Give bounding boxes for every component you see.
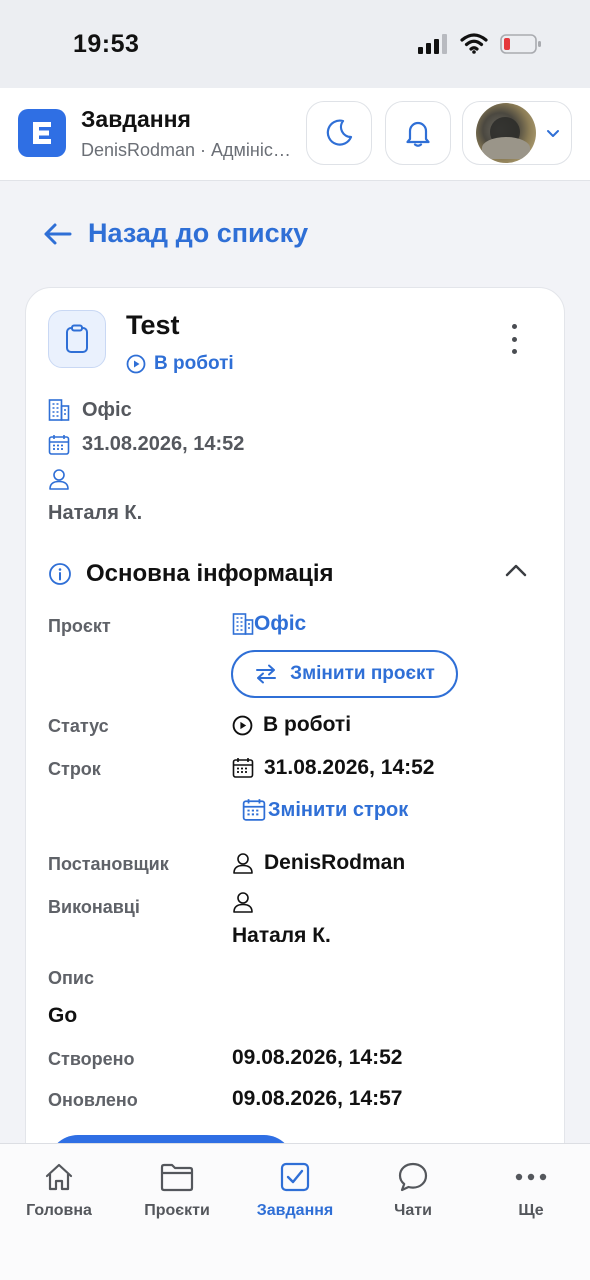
app-logo-icon xyxy=(18,109,66,157)
back-to-list-link[interactable]: Назад до списку xyxy=(42,218,308,249)
updated-value: 09.08.2026, 14:57 xyxy=(232,1087,403,1110)
task-assignee: Наталя К. xyxy=(48,502,143,524)
deadline-value: 31.08.2026, 14:52 xyxy=(264,756,435,779)
task-project: Офіс xyxy=(82,398,132,421)
assignees-value: Наталя К. xyxy=(232,924,331,947)
app-header: Завдання DenisRodman · Адміністратор xyxy=(0,88,590,181)
nav-more[interactable]: Ще xyxy=(476,1160,586,1220)
project-value: Офіс xyxy=(254,612,307,635)
task-title: Test xyxy=(126,310,180,340)
nav-more-label: Ще xyxy=(518,1202,544,1219)
reporter-value: DenisRodman xyxy=(264,851,406,874)
status-label: Статус xyxy=(48,716,109,736)
nav-home-label: Головна xyxy=(26,1202,92,1219)
description-label: Опис xyxy=(48,968,94,988)
clipboard-icon xyxy=(48,310,106,368)
updated-label: Оновлено xyxy=(48,1090,138,1110)
chevron-down-icon xyxy=(546,128,560,138)
avatar xyxy=(476,103,536,163)
building-icon xyxy=(232,612,254,636)
bell-icon xyxy=(404,118,432,148)
theme-toggle-button[interactable] xyxy=(306,101,372,165)
reporter-value-row: DenisRodman xyxy=(232,851,405,875)
user-icon xyxy=(48,468,70,490)
nav-chats[interactable]: Чати xyxy=(358,1160,468,1220)
chat-icon xyxy=(397,1160,429,1194)
task-project-row: Офіс xyxy=(48,398,132,422)
battery-icon xyxy=(500,33,542,54)
moon-icon xyxy=(324,118,354,148)
task-deadline: 31.08.2026, 14:52 xyxy=(82,433,245,455)
change-deadline-label: Змінити строк xyxy=(268,798,409,821)
chevron-up-icon[interactable] xyxy=(504,562,528,578)
info-icon xyxy=(48,562,72,586)
more-options-button[interactable] xyxy=(502,324,526,354)
nav-chats-label: Чати xyxy=(394,1202,432,1219)
description-value: Go xyxy=(48,1004,78,1027)
main-info-section-header[interactable]: Основна інформація xyxy=(48,560,528,588)
task-check-icon xyxy=(280,1160,310,1194)
bottom-navigation: Головна Проєкти Завдання Чати Ще xyxy=(0,1143,590,1280)
user-role-subtitle: DenisRodman · Адміністратор xyxy=(81,140,291,160)
project-label: Проєкт xyxy=(48,616,111,636)
task-deadline-row: 31.08.2026, 14:52 xyxy=(48,433,244,456)
user-icon xyxy=(232,852,254,874)
created-label: Створено xyxy=(48,1049,135,1069)
nav-tasks[interactable]: Завдання xyxy=(240,1160,350,1220)
play-circle-icon xyxy=(126,354,146,374)
nav-tasks-label: Завдання xyxy=(256,1202,334,1219)
change-project-button[interactable]: Змінити проєкт xyxy=(231,650,458,698)
status-icons xyxy=(418,33,542,54)
cellular-signal-icon xyxy=(418,33,448,54)
nav-projects[interactable]: Проєкти xyxy=(122,1160,232,1220)
change-deadline-button[interactable]: Змінити строк xyxy=(242,798,408,822)
deadline-value-row: 31.08.2026, 14:52 xyxy=(232,756,434,780)
project-link[interactable]: Офіс xyxy=(232,612,306,636)
user-icon xyxy=(232,891,254,913)
more-dots-icon xyxy=(515,1160,547,1194)
task-status-label: В роботі xyxy=(154,353,234,374)
task-status-badge: В роботі xyxy=(126,353,234,375)
status-time: 19:53 xyxy=(73,30,140,58)
status-value-row: В роботі xyxy=(232,713,351,737)
arrow-left-icon xyxy=(42,222,72,246)
change-project-label: Змінити проєкт xyxy=(290,663,435,684)
calendar-icon xyxy=(48,434,70,456)
nav-projects-label: Проєкти xyxy=(144,1202,210,1219)
reporter-label: Постановщик xyxy=(48,854,169,874)
wifi-icon xyxy=(460,33,488,54)
building-icon xyxy=(48,398,70,422)
section-title: Основна інформація xyxy=(86,560,334,587)
nav-home[interactable]: Головна xyxy=(4,1160,114,1220)
folder-icon xyxy=(160,1160,194,1194)
swap-arrows-icon xyxy=(254,663,278,685)
deadline-label: Строк xyxy=(48,759,101,779)
profile-menu-button[interactable] xyxy=(462,101,572,165)
play-circle-icon xyxy=(232,715,253,736)
calendar-icon xyxy=(232,757,254,779)
back-link-label: Назад до списку xyxy=(88,218,309,248)
status-value: В роботі xyxy=(263,713,352,736)
more-vertical-icon xyxy=(511,324,517,329)
created-value: 09.08.2026, 14:52 xyxy=(232,1046,403,1069)
home-icon xyxy=(43,1160,75,1194)
page-title: Завдання xyxy=(81,106,191,132)
task-detail-card: Test В роботі Офіс 31.08.2026, 14:52 Нат… xyxy=(25,287,565,1195)
assignees-label: Виконавці xyxy=(48,897,140,917)
status-bar: 19:53 xyxy=(0,0,590,88)
notifications-button[interactable] xyxy=(385,101,451,165)
calendar-icon xyxy=(242,798,266,822)
